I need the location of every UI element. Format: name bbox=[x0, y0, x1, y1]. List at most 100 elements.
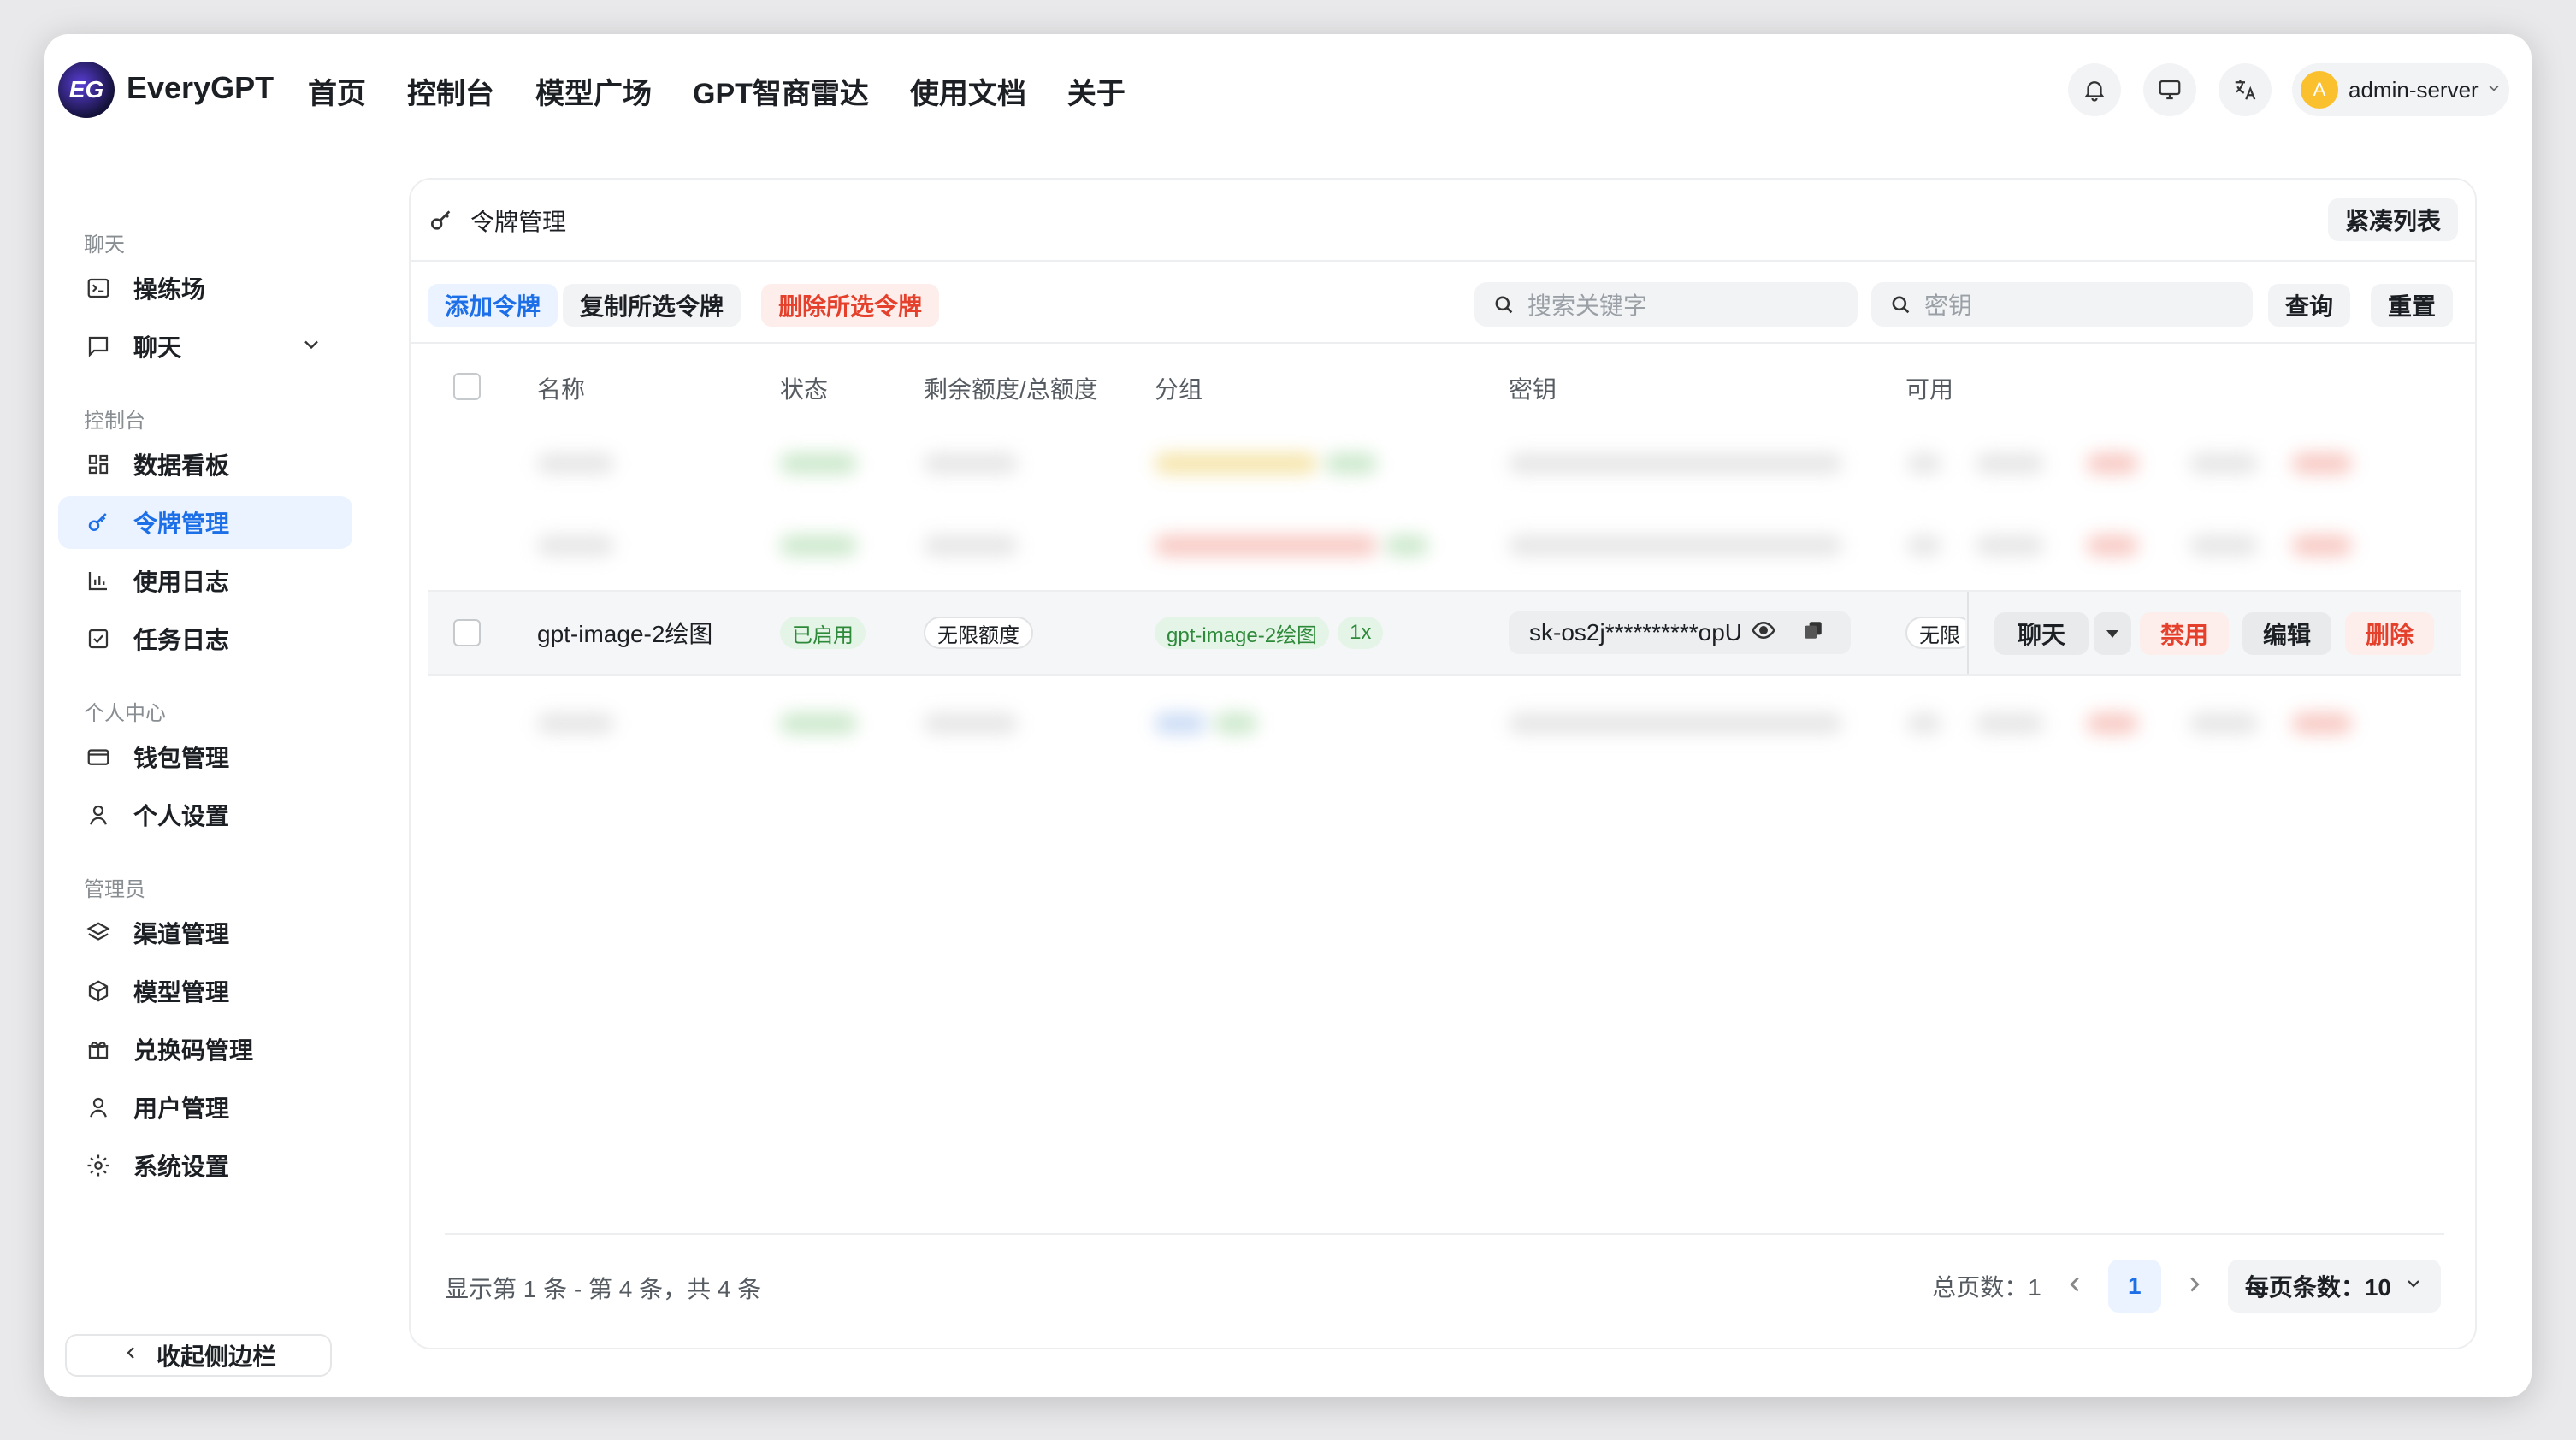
sidebar-label: 聊天 bbox=[133, 334, 182, 361]
sidebar-item-tokens[interactable]: 令牌管理 bbox=[58, 496, 352, 549]
logo[interactable]: EG bbox=[58, 62, 115, 118]
delete-selected-button[interactable]: 删除所选令牌 bbox=[761, 284, 940, 327]
chat-dropdown-button[interactable] bbox=[2094, 612, 2131, 655]
table-row-blurred bbox=[428, 684, 2461, 761]
ratio-badge: 1x bbox=[1338, 617, 1384, 649]
gear-icon bbox=[84, 1151, 113, 1180]
bell-icon[interactable] bbox=[2068, 63, 2121, 116]
page-button[interactable]: 1 bbox=[2107, 1260, 2161, 1313]
section-personal: 个人中心 bbox=[84, 702, 166, 725]
chevron-down-icon bbox=[2485, 80, 2502, 101]
sidebar-item-channels[interactable]: 渠道管理 bbox=[58, 906, 352, 959]
select-all-checkbox[interactable] bbox=[453, 373, 481, 400]
chevron-left-icon[interactable] bbox=[2062, 1272, 2088, 1301]
key-search-input[interactable]: 密钥 bbox=[1871, 282, 2253, 327]
key-icon bbox=[428, 207, 455, 239]
column-divider bbox=[1967, 592, 1969, 674]
chevron-down-icon bbox=[2403, 1272, 2424, 1300]
sidebar-label: 操练场 bbox=[133, 276, 206, 303]
sidebar-item-chat[interactable]: 聊天 bbox=[58, 320, 352, 373]
col-models: 可用 bbox=[1905, 376, 1954, 403]
sidebar: 聊天 操练场 聊天 控制台 数据看板 令牌管理 使用日志 任务日志 个人中心 钱… bbox=[44, 145, 404, 1397]
sidebar-item-users[interactable]: 用户管理 bbox=[58, 1081, 352, 1134]
copy-selected-button[interactable]: 复制所选令牌 bbox=[563, 284, 741, 327]
sidebar-item-personal-settings[interactable]: 个人设置 bbox=[58, 788, 352, 841]
reset-button[interactable]: 重置 bbox=[2371, 284, 2454, 327]
wallet-icon bbox=[84, 742, 113, 771]
disable-button[interactable]: 禁用 bbox=[2140, 612, 2229, 655]
quota-badge: 无限额度 bbox=[924, 617, 1033, 649]
table-row[interactable]: gpt-image-2绘图 已启用 无限额度 gpt-image-2绘图 1x s… bbox=[428, 590, 2461, 676]
user-icon bbox=[84, 1093, 113, 1122]
sidebar-item-redeem[interactable]: 兑换码管理 bbox=[58, 1023, 352, 1076]
sidebar-item-dashboard[interactable]: 数据看板 bbox=[58, 438, 352, 491]
nav-home[interactable]: 首页 bbox=[308, 70, 366, 112]
query-button[interactable]: 查询 bbox=[2268, 284, 2351, 327]
nav-models[interactable]: 模型广场 bbox=[535, 70, 652, 112]
col-key: 密钥 bbox=[1509, 376, 1557, 403]
sidebar-label: 系统设置 bbox=[133, 1154, 230, 1180]
search-icon bbox=[1892, 296, 1910, 314]
compact-list-button[interactable]: 紧凑列表 bbox=[2327, 198, 2458, 241]
col-status: 状态 bbox=[780, 376, 829, 403]
footer-divider bbox=[445, 1233, 2444, 1235]
chat-button[interactable]: 聊天 bbox=[1994, 612, 2089, 655]
models-badge: 无限 bbox=[1905, 617, 1965, 649]
sidebar-label: 使用日志 bbox=[133, 569, 230, 595]
col-quota: 剩余额度/总额度 bbox=[924, 376, 1098, 403]
pagination: 总页数：1 1 每页条数：10 bbox=[1932, 1260, 2441, 1313]
eye-icon[interactable] bbox=[1751, 617, 1776, 649]
tokens-card: 令牌管理 紧凑列表 添加令牌 复制所选令牌 删除所选令牌 搜索关键字 密钥 查询… bbox=[409, 178, 2477, 1349]
section-console: 控制台 bbox=[84, 410, 145, 433]
sidebar-label: 模型管理 bbox=[133, 979, 230, 1006]
sidebar-label: 用户管理 bbox=[133, 1095, 230, 1122]
sidebar-item-task-log[interactable]: 任务日志 bbox=[58, 612, 352, 665]
sidebar-item-wallet[interactable]: 钱包管理 bbox=[58, 730, 352, 783]
checklist-icon bbox=[84, 624, 113, 653]
pagination-summary: 显示第 1 条 - 第 4 条，共 4 条 bbox=[445, 1276, 762, 1302]
chevron-left-icon bbox=[121, 1342, 141, 1369]
avatar: A bbox=[2301, 71, 2338, 109]
per-page-select[interactable]: 每页条数：10 bbox=[2227, 1260, 2441, 1313]
edit-button[interactable]: 编辑 bbox=[2242, 612, 2331, 655]
nav-console[interactable]: 控制台 bbox=[407, 70, 494, 112]
delete-button[interactable]: 删除 bbox=[2345, 612, 2434, 655]
row-checkbox[interactable] bbox=[453, 619, 481, 646]
chat-bubble-icon bbox=[84, 332, 113, 361]
app-window: EG EveryGPT 首页 控制台 模型广场 GPT智商雷达 使用文档 关于 … bbox=[44, 34, 2532, 1397]
section-chat: 聊天 bbox=[84, 233, 125, 257]
nav-docs[interactable]: 使用文档 bbox=[910, 70, 1026, 112]
key-placeholder: 密钥 bbox=[1924, 292, 1973, 319]
add-token-button[interactable]: 添加令牌 bbox=[428, 284, 558, 327]
monitor-icon[interactable] bbox=[2143, 63, 2196, 116]
sidebar-label: 任务日志 bbox=[133, 627, 230, 653]
status-badge: 已启用 bbox=[780, 617, 866, 649]
card-header: 令牌管理 紧凑列表 bbox=[411, 180, 2475, 262]
sidebar-item-playground[interactable]: 操练场 bbox=[58, 262, 352, 315]
search-icon bbox=[1495, 296, 1513, 314]
sidebar-item-usage-log[interactable]: 使用日志 bbox=[58, 554, 352, 607]
col-name: 名称 bbox=[537, 376, 586, 403]
nav-radar[interactable]: GPT智商雷达 bbox=[693, 70, 869, 112]
chevron-right-icon[interactable] bbox=[2182, 1272, 2207, 1301]
sidebar-label: 渠道管理 bbox=[133, 921, 230, 947]
brand-name[interactable]: EveryGPT bbox=[127, 70, 274, 106]
translate-icon[interactable] bbox=[2219, 63, 2272, 116]
nav-about[interactable]: 关于 bbox=[1067, 70, 1126, 112]
bar-chart-icon bbox=[84, 566, 113, 595]
chevron-down-icon[interactable] bbox=[299, 333, 323, 361]
cube-icon bbox=[84, 977, 113, 1006]
table-row-blurred bbox=[428, 506, 2461, 583]
sidebar-item-system[interactable]: 系统设置 bbox=[58, 1139, 352, 1192]
key-field: sk-os2j**********opU bbox=[1509, 611, 1851, 654]
copy-icon[interactable] bbox=[1802, 619, 1824, 647]
sidebar-label: 令牌管理 bbox=[133, 510, 230, 537]
user-menu[interactable]: A admin-server bbox=[2292, 63, 2509, 116]
toolbar: 添加令牌 复制所选令牌 删除所选令牌 搜索关键字 密钥 查询 重置 bbox=[411, 262, 2475, 344]
sidebar-label: 兑换码管理 bbox=[133, 1037, 254, 1064]
top-bar: EG EveryGPT 首页 控制台 模型广场 GPT智商雷达 使用文档 关于 … bbox=[44, 34, 2532, 145]
collapse-sidebar-button[interactable]: 收起侧边栏 bbox=[65, 1334, 332, 1377]
sidebar-item-models[interactable]: 模型管理 bbox=[58, 965, 352, 1018]
key-icon bbox=[84, 508, 113, 537]
search-input[interactable]: 搜索关键字 bbox=[1474, 282, 1858, 327]
